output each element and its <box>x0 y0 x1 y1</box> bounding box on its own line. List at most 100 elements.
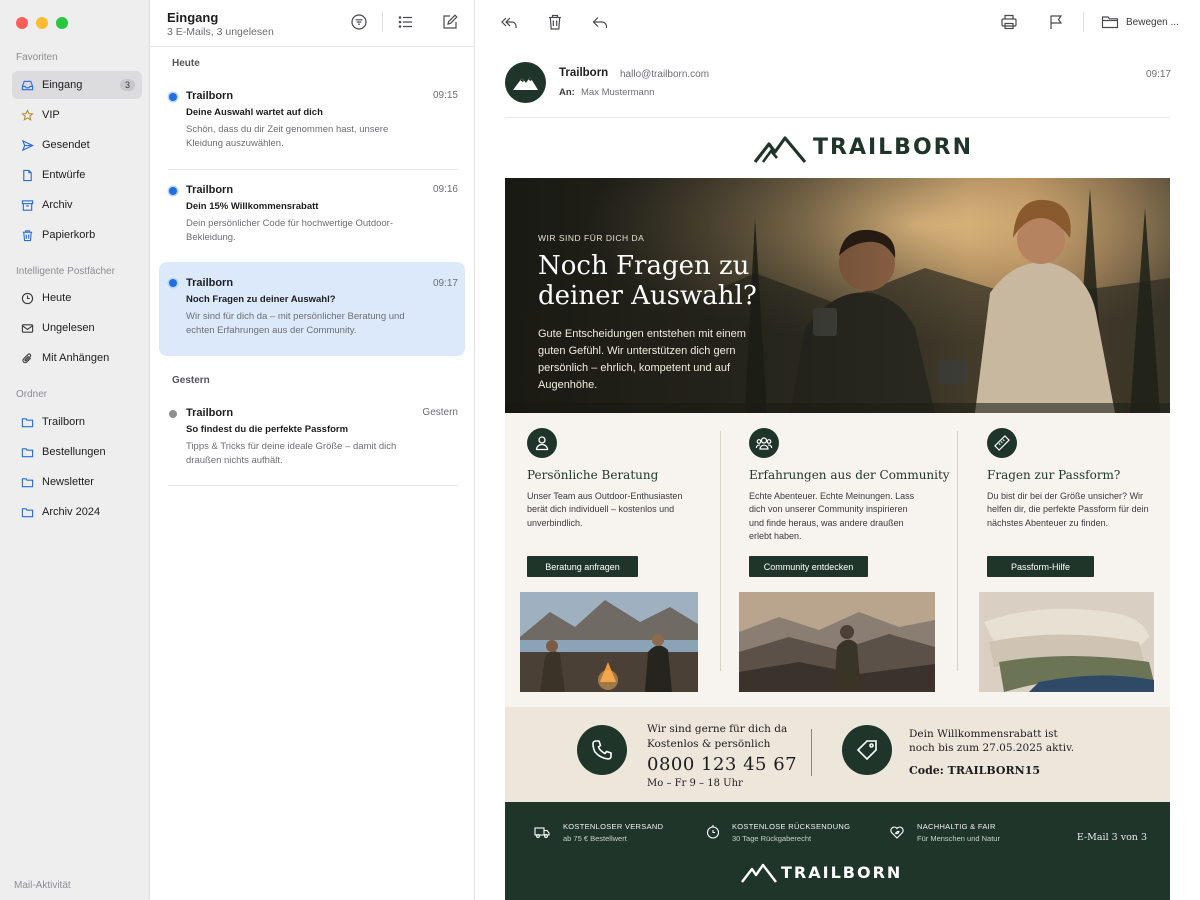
mail-time: 09:17 <box>432 278 458 289</box>
consulting-request-button[interactable]: Beratung anfragen <box>527 556 638 577</box>
footer-shipping-sub: ab 75 € Bestellwert <box>563 834 627 843</box>
hiker-photo <box>739 592 935 692</box>
sender-avatar <box>505 62 546 103</box>
mail-preview: Wir sind für dich da – mit persönlicher … <box>186 311 405 336</box>
recipient-label: An: <box>559 87 575 98</box>
folder-icon <box>21 447 34 457</box>
unread-dot <box>169 187 177 195</box>
footer-sustainable-sub: Für Menschen und Natur <box>917 834 1000 843</box>
sidebar-item-unread[interactable]: Ungelesen <box>12 314 142 342</box>
sidebar-item-folder-trailborn[interactable]: Trailborn <box>12 408 142 436</box>
group-label-today: Heute <box>172 58 200 69</box>
unread-count-badge: 3 <box>119 79 135 91</box>
sidebar-item-inbox[interactable]: Eingang 3 <box>12 71 142 99</box>
sidebar-item-vip[interactable]: VIP <box>12 101 142 129</box>
message-time: 09:17 <box>1145 69 1171 80</box>
inbox-icon <box>21 80 34 90</box>
sidebar-item-today[interactable]: Heute <box>12 284 142 312</box>
section-smart-mailboxes: Intelligente Postfächer <box>16 266 115 277</box>
unread-dot <box>169 279 177 287</box>
reading-pane: Bewegen ... Trailborn hallo@trailborn.co… <box>475 0 1200 900</box>
mail-item[interactable]: Trailborn Gestern So findest du die perf… <box>159 397 465 481</box>
list-divider <box>168 169 458 170</box>
discount-line-2: noch bis zum 27.05.2025 aktiv. <box>909 742 1075 754</box>
column-fit: Fragen zur Passform? Du bist dir bei der… <box>958 413 1170 703</box>
mail-item-selected[interactable]: Trailborn 09:17 Noch Fragen zu deiner Au… <box>159 262 465 356</box>
mountain-logo-icon <box>513 77 538 90</box>
phone-icon <box>577 725 627 775</box>
list-view-icon[interactable] <box>397 13 415 31</box>
fit-help-button[interactable]: Passform-Hilfe <box>987 556 1094 577</box>
hero-banner: WIR SIND FÜR DICH DA Noch Fragen zu dein… <box>505 178 1170 413</box>
compose-icon[interactable] <box>441 13 459 31</box>
email-counter: E-Mail 3 von 3 <box>1076 832 1147 843</box>
column-community: Erfahrungen aus der Community Echte Aben… <box>721 413 956 703</box>
brand-wordmark: TRAILBORN <box>813 134 974 160</box>
archive-icon <box>21 199 34 211</box>
section-favorites: Favoriten <box>16 52 58 63</box>
service-columns: Persönliche Beratung Unser Team aus Outd… <box>505 413 1170 703</box>
mail-subject: So findest du die perfekte Passform <box>186 424 349 435</box>
paperclip-icon <box>22 352 32 363</box>
contact-line-1: Wir sind gerne für dich da <box>647 723 788 735</box>
footer-sustainable-title: NACHHALTIG & FAIR <box>917 822 996 831</box>
message-sender-address[interactable]: hallo@trailborn.com <box>620 69 709 80</box>
toolbar-divider <box>382 12 383 32</box>
sidebar-item-folder-newsletter[interactable]: Newsletter <box>12 468 142 496</box>
sidebar-item-label: Heute <box>42 292 72 304</box>
sidebar-item-folder-orders[interactable]: Bestellungen <box>12 438 142 466</box>
mail-sender: Trailborn <box>186 90 234 102</box>
reply-all-icon[interactable] <box>500 13 518 31</box>
sidebar-item-sent[interactable]: Gesendet <box>12 131 142 159</box>
flag-icon[interactable] <box>1047 13 1065 31</box>
move-button[interactable]: Bewegen ... <box>1126 17 1179 28</box>
sidebar: Favoriten Eingang 3 VIP Gesendet Entwürf… <box>0 0 150 900</box>
zoom-window-button[interactable] <box>56 17 68 29</box>
message-recipient: Max Mustermann <box>581 87 655 98</box>
star-icon <box>21 108 34 121</box>
column-title: Fragen zur Passform? <box>987 468 1121 482</box>
mail-time: 09:16 <box>432 184 458 195</box>
sidebar-item-label: Ungelesen <box>42 322 95 334</box>
folder-icon <box>21 417 34 427</box>
section-folders: Ordner <box>16 389 48 400</box>
folded-clothes-photo <box>979 592 1154 692</box>
column-text: Du bist dir bei der Größe unsicher? Wir … <box>987 491 1149 528</box>
mail-item[interactable]: Trailborn 09:16 Dein 15% Willkommensraba… <box>159 174 465 258</box>
sidebar-item-label: Bestellungen <box>42 446 106 458</box>
discount-code: Code: TRAILBORN15 <box>909 764 1041 777</box>
message-toolbar: Bewegen ... <box>475 0 1200 47</box>
contact-phone[interactable]: 0800 123 45 67 <box>647 754 797 775</box>
person-icon <box>527 428 557 458</box>
toolbar-divider <box>1083 12 1084 32</box>
sidebar-item-archive[interactable]: Archiv <box>12 191 142 219</box>
close-window-button[interactable] <box>16 17 28 29</box>
mail-preview: Tipps & Tricks für deine ideale Größe – … <box>186 441 397 466</box>
contact-hours: Mo – Fr 9 – 18 Uhr <box>647 778 743 789</box>
unread-icon <box>21 323 34 333</box>
sidebar-item-folder-archive-2024[interactable]: Archiv 2024 <box>12 498 142 526</box>
message-list: Eingang 3 E-Mails, 3 ungelesen Heute Tra… <box>150 0 475 900</box>
move-folder-icon[interactable] <box>1101 13 1119 31</box>
trash-icon[interactable] <box>546 13 564 31</box>
sidebar-item-attachments[interactable]: Mit Anhängen <box>12 344 142 372</box>
filter-icon[interactable] <box>350 13 368 31</box>
reply-icon[interactable] <box>591 13 609 31</box>
sidebar-item-trash[interactable]: Papierkorb <box>12 221 142 249</box>
brand-logo: TRAILBORN <box>753 130 973 164</box>
footer-brand-logo: TRAILBORN <box>741 860 902 884</box>
mail-sender: Trailborn <box>186 407 234 419</box>
community-discover-button[interactable]: Community entdecken <box>749 556 868 577</box>
read-dot <box>169 410 177 418</box>
mail-sender: Trailborn <box>186 277 234 289</box>
sidebar-item-label: Trailborn <box>42 416 85 428</box>
column-title: Erfahrungen aus der Community <box>749 468 950 482</box>
mail-item[interactable]: Trailborn 09:15 Deine Auswahl wartet auf… <box>159 80 465 164</box>
price-tag-icon <box>842 725 892 775</box>
clock-icon <box>21 292 34 304</box>
minimize-window-button[interactable] <box>36 17 48 29</box>
print-icon[interactable] <box>1000 13 1018 31</box>
discount-line-1: Dein Willkommensrabatt ist <box>909 728 1058 740</box>
sidebar-item-drafts[interactable]: Entwürfe <box>12 161 142 189</box>
mountain-logo-icon <box>753 136 807 164</box>
